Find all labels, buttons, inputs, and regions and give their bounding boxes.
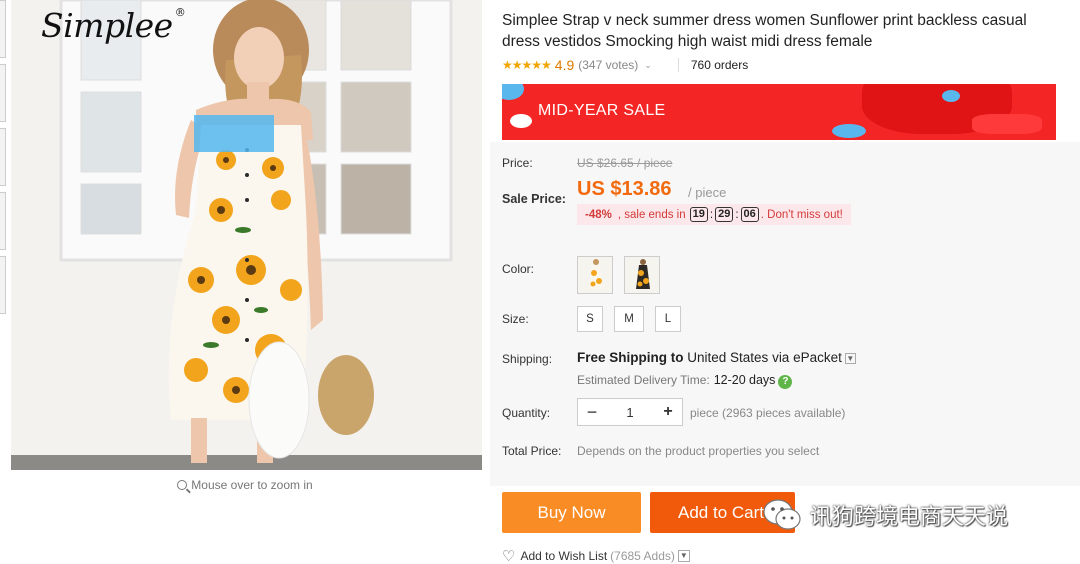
chevron-down-icon[interactable]: ⌄ (644, 60, 652, 71)
total-price-value: Depends on the product properties you se… (577, 444, 820, 458)
rating-row: ★★★★★ 4.9 (347 votes) ⌄ 760 orders (502, 57, 748, 73)
per-piece: / piece (688, 185, 727, 200)
thumbnail[interactable] (0, 256, 6, 314)
color-label: Color: (502, 262, 535, 276)
sale-price-label: Sale Price: (502, 192, 566, 206)
color-swatch-white[interactable] (577, 256, 613, 294)
timer-minutes: 29 (715, 207, 734, 222)
timer-seconds: 06 (740, 207, 759, 222)
zoom-hint: Mouse over to zoom in (0, 478, 490, 492)
decrease-button[interactable]: − (578, 402, 606, 423)
thumbnail-strip[interactable] (0, 0, 8, 340)
model-photo (11, 0, 482, 470)
price-label: Price: (502, 156, 533, 170)
timer-hours: 19 (689, 207, 708, 222)
rating-stars: ★★★★★ (502, 58, 552, 72)
wishlist-link[interactable]: ♡ Add to Wish List (7685 Adds) ▼ (502, 547, 690, 564)
size-option-s[interactable]: S (577, 306, 603, 332)
watermark: 讯狗跨境电商天天说 (762, 496, 1008, 534)
shipping-label: Shipping: (502, 352, 553, 366)
banner-text: MID-YEAR SALE (538, 102, 666, 119)
total-price-label: Total Price: (502, 444, 562, 458)
color-swatch-black[interactable] (624, 256, 660, 294)
shipping-method[interactable]: Free Shipping to United States via ePack… (577, 350, 856, 365)
size-label: Size: (502, 312, 529, 326)
sale-price: US $13.86 (577, 178, 672, 200)
thumbnail[interactable] (0, 64, 6, 122)
thumbnail[interactable] (0, 0, 6, 58)
main-product-image[interactable]: Simplee ® (11, 0, 482, 470)
help-icon[interactable]: ? (778, 375, 793, 389)
quantity-stepper[interactable]: − 1 + (577, 398, 683, 426)
chevron-down-icon[interactable]: ▼ (677, 550, 690, 562)
heart-icon: ♡ (502, 548, 516, 564)
brand-logo: Simplee ® (41, 6, 186, 45)
size-option-m[interactable]: M (614, 306, 644, 332)
rating-value: 4.9 (554, 57, 575, 73)
chevron-down-icon[interactable]: ▼ (844, 353, 856, 364)
delivery-estimate: Estimated Delivery Time: 12-20 days? (577, 373, 793, 389)
stock-availability: piece (2963 pieces available) (690, 406, 846, 420)
original-price: US $26.65 / piece (577, 156, 673, 170)
watermark-text: 讯狗跨境电商天天说 (810, 505, 1009, 530)
sale-banner[interactable]: MID-YEAR SALE (502, 84, 1056, 140)
product-details: Simplee Strap v neck summer dress women … (490, 0, 1080, 564)
increase-button[interactable]: + (654, 403, 682, 421)
votes-count[interactable]: (347 votes) (578, 58, 638, 72)
thumbnail[interactable] (0, 192, 6, 250)
quantity-input[interactable]: 1 (606, 405, 654, 420)
discount-percent: -48% (585, 208, 612, 221)
quantity-label: Quantity: (502, 406, 551, 420)
product-title: Simplee Strap v neck summer dress women … (502, 12, 1027, 50)
magnifier-icon (177, 480, 188, 490)
product-gallery: Simplee ® Mouse over to zoom in (0, 0, 490, 564)
wishlist-count: (7685 Adds) (610, 549, 675, 563)
buy-now-button[interactable]: Buy Now (502, 492, 641, 533)
size-option-l[interactable]: L (655, 306, 681, 332)
wechat-icon (762, 496, 802, 534)
orders-count: 760 orders (677, 58, 748, 72)
purchase-panel: Price: US $26.65 / piece Sale Price: US … (490, 142, 1080, 486)
thumbnail[interactable] (0, 128, 6, 186)
discount-countdown: -48% , sale ends in 19:29:06 . Don't mis… (577, 204, 851, 225)
